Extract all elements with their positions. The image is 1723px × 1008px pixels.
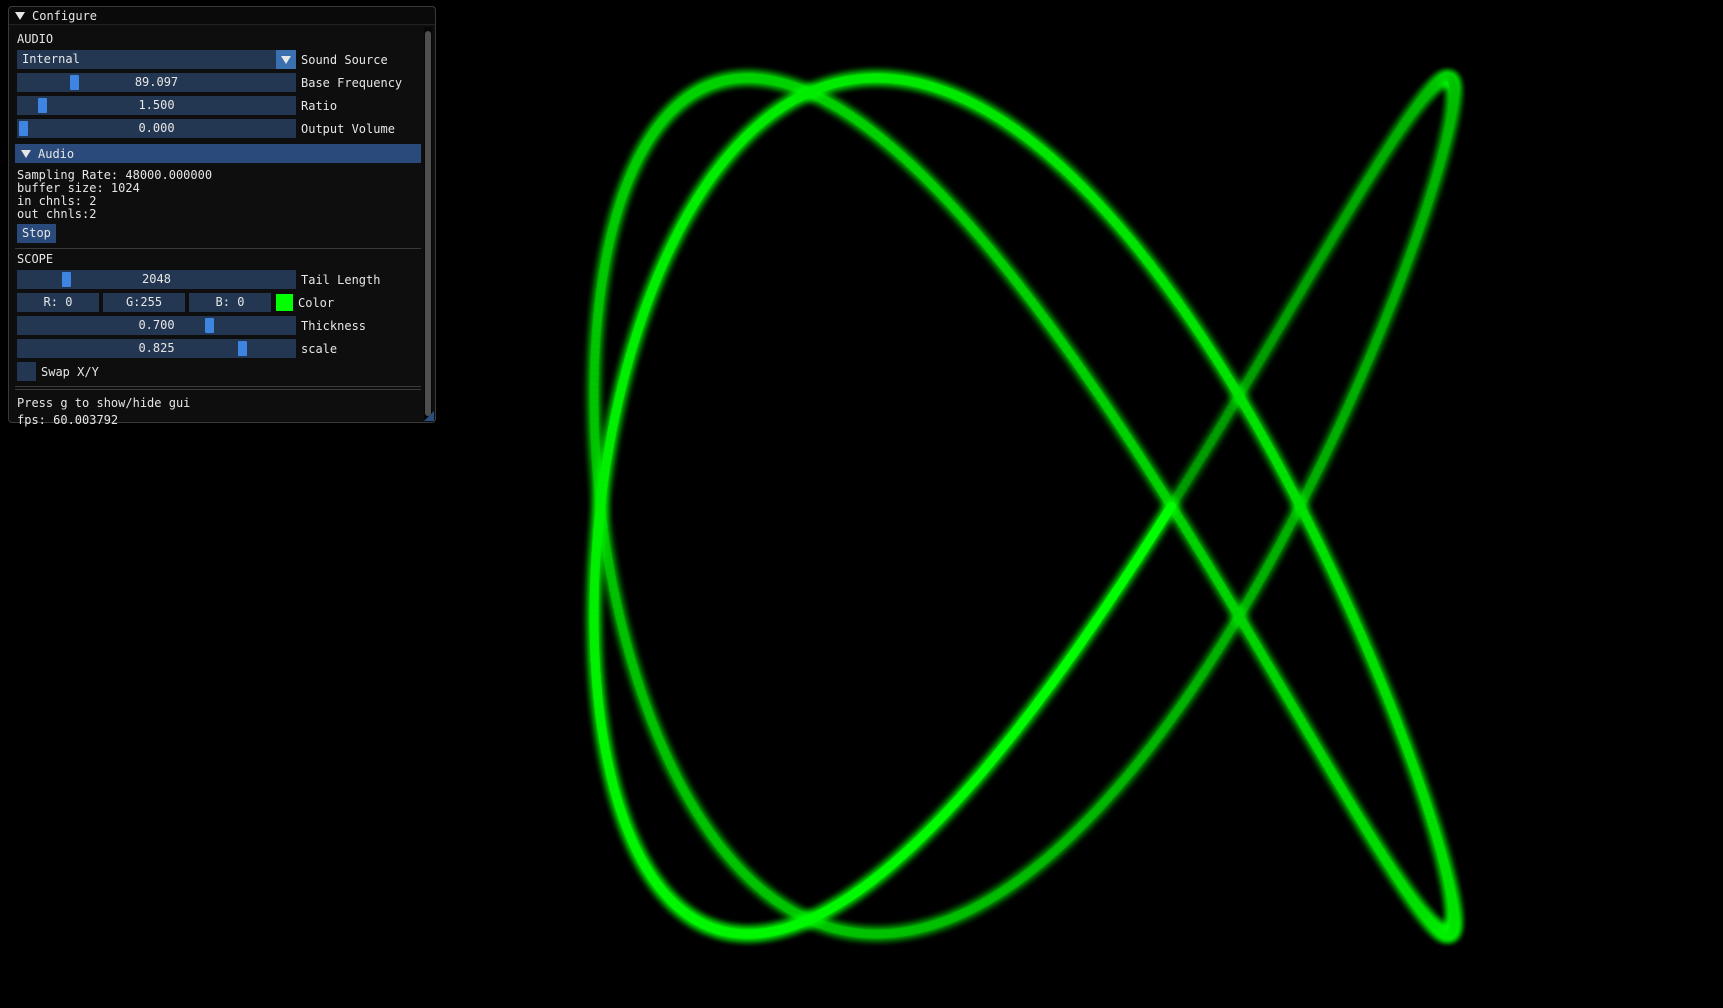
color-row: R: 0 G:255 B: 0 Color <box>17 291 435 314</box>
base-frequency-value: 89.097 <box>134 75 179 89</box>
separator <box>15 386 421 387</box>
tail-length-value: 2048 <box>142 272 171 286</box>
output-volume-label: Output Volume <box>301 121 395 136</box>
sound-source-row: Internal Sound Source <box>17 48 435 71</box>
scale-label: scale <box>301 341 338 356</box>
sound-source-value[interactable]: Internal <box>17 50 276 69</box>
thickness-row: 0.700 Thickness <box>17 314 435 337</box>
separator <box>15 248 421 249</box>
window-titlebar[interactable]: Configure <box>9 7 435 25</box>
ratio-row: 1.500 Ratio <box>17 94 435 117</box>
audio-collapsing-header[interactable]: Audio <box>15 144 421 163</box>
thickness-slider[interactable]: 0.700 <box>17 316 296 335</box>
ratio-label: Ratio <box>301 98 338 113</box>
color-b-field[interactable]: B: 0 <box>189 293 271 312</box>
scrollbar-thumb[interactable] <box>425 31 431 416</box>
base-frequency-row: 89.097 Base Frequency <box>17 71 435 94</box>
swap-label: Swap X/Y <box>41 364 99 379</box>
swap-row: Swap X/Y <box>17 360 435 383</box>
output-volume-row: 0.000 Output Volume <box>17 117 435 140</box>
scope-section-label: SCOPE <box>17 252 54 266</box>
window-title: Configure <box>32 8 98 23</box>
ratio-value: 1.500 <box>138 98 175 112</box>
thickness-label: Thickness <box>301 318 367 333</box>
resize-grip-icon[interactable] <box>424 411 434 421</box>
hint-text: Press g to show/hide gui <box>17 396 191 410</box>
out-channels-text: out chnls:2 <box>17 207 97 221</box>
base-frequency-label: Base Frequency <box>301 75 403 90</box>
footer: Press g to show/hide gui fps: 60.003792 <box>17 395 435 429</box>
base-frequency-slider[interactable]: 89.097 <box>17 73 296 92</box>
color-r-field[interactable]: R: 0 <box>17 293 99 312</box>
separator <box>15 389 421 390</box>
audio-header-label: Audio <box>38 146 75 161</box>
fps-text: fps: 60.003792 <box>17 413 119 427</box>
tail-length-label: Tail Length <box>301 272 381 287</box>
thickness-value: 0.700 <box>138 318 175 332</box>
tail-length-row: 2048 Tail Length <box>17 268 435 291</box>
sound-source-label: Sound Source <box>301 52 388 67</box>
scale-value: 0.825 <box>138 341 175 355</box>
stop-button[interactable]: Stop <box>17 224 56 243</box>
scrollbar[interactable] <box>424 27 432 419</box>
output-volume-slider[interactable]: 0.000 <box>17 119 296 138</box>
configure-window[interactable]: Configure AUDIO Internal Sound Source 89… <box>8 6 436 427</box>
collapse-arrow-icon[interactable] <box>15 11 25 20</box>
tail-length-slider[interactable]: 2048 <box>17 270 296 289</box>
output-volume-value: 0.000 <box>138 121 175 135</box>
color-swatch[interactable] <box>276 294 293 311</box>
color-g-field[interactable]: G:255 <box>103 293 185 312</box>
color-label: Color <box>298 295 335 310</box>
chevron-down-icon[interactable] <box>276 50 296 69</box>
audio-section-label: AUDIO <box>17 32 54 46</box>
collapse-arrow-icon[interactable] <box>21 149 31 158</box>
audio-info: Sampling Rate: 48000.000000 buffer size:… <box>17 169 435 221</box>
sound-source-combo[interactable]: Internal <box>17 50 296 69</box>
ratio-slider[interactable]: 1.500 <box>17 96 296 115</box>
scale-row: 0.825 scale <box>17 337 435 360</box>
swap-checkbox[interactable] <box>17 362 36 381</box>
scale-slider[interactable]: 0.825 <box>17 339 296 358</box>
